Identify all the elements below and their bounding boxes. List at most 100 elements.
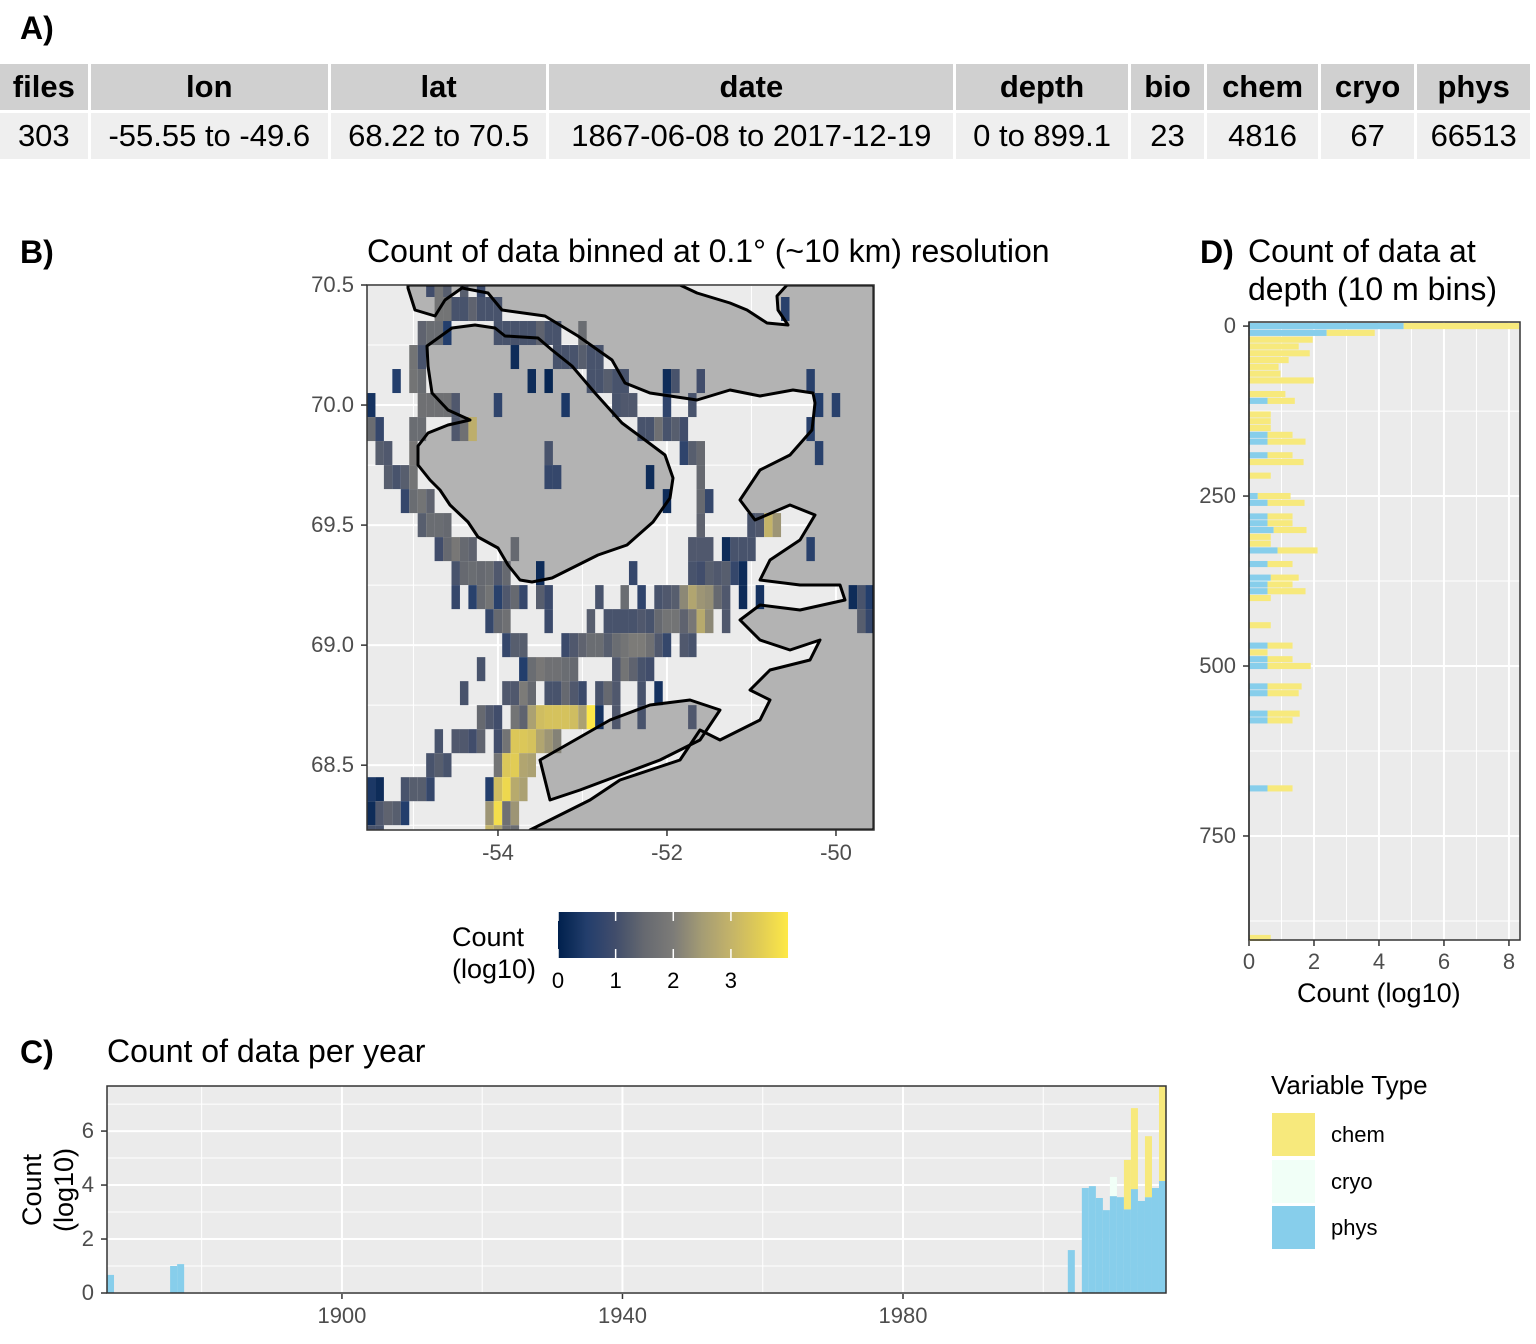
heatmap-cell <box>468 585 477 610</box>
heatmap-cell <box>392 801 401 826</box>
year-bar-chem <box>1158 1086 1166 1181</box>
year-title: Count of data per year <box>107 1033 426 1069</box>
depth-bar-phys <box>1249 785 1268 792</box>
heatmap-cell <box>459 561 469 586</box>
heatmap-cell <box>409 465 418 490</box>
depth-bar-phys <box>1249 520 1268 527</box>
column-header-bio: bio <box>1130 64 1205 110</box>
map-y-tick-label: 70.5 <box>311 272 354 297</box>
heatmap-cell <box>536 585 545 610</box>
heatmap-cell <box>409 369 418 394</box>
heatmap-cell <box>569 633 579 658</box>
heatmap-cell <box>510 705 520 730</box>
heatmap-cell <box>544 321 553 346</box>
depth-bar-chem <box>1249 458 1304 466</box>
column-header-depth: depth <box>956 64 1128 110</box>
heatmap-cell <box>561 681 570 706</box>
year-y-axis-title-line1: Count <box>17 1153 47 1227</box>
heatmap-cell <box>426 513 435 538</box>
heatmap-cell <box>721 537 731 562</box>
year-bar-chem <box>1130 1108 1138 1190</box>
heatmap-cell <box>696 465 705 490</box>
table-row: 303 -55.55 to -49.6 68.22 to 70.5 1867-06-0… <box>0 113 1530 159</box>
heatmap-cell <box>468 729 477 754</box>
heatmap-cell <box>485 609 494 634</box>
depth-bar-chem <box>1267 690 1299 697</box>
depth-bar-chem <box>1249 343 1299 350</box>
heatmap-cell <box>527 681 536 706</box>
heatmap-cell <box>451 417 460 442</box>
depth-y-tick-label: 0 <box>1223 313 1236 339</box>
heatmap-cell <box>536 729 545 754</box>
heatmap-cell <box>417 369 427 394</box>
heatmap-cell <box>426 489 435 514</box>
depth-bar-phys <box>1249 438 1268 445</box>
depth-bar-chem <box>1403 323 1520 330</box>
heatmap-cell <box>645 657 655 682</box>
heatmap-cell <box>654 609 663 634</box>
heatmap-cell <box>519 321 528 346</box>
heatmap-cell <box>519 657 528 682</box>
depth-bar-chem <box>1249 350 1310 357</box>
cell-phys: 66513 <box>1417 113 1530 159</box>
cell-lon: -55.55 to -49.6 <box>90 113 328 159</box>
heatmap-cell <box>519 777 528 802</box>
legend-title: Variable Type <box>1271 1070 1428 1100</box>
heatmap-cell <box>510 585 520 610</box>
heatmap-cell <box>493 801 503 826</box>
depth-bar-phys <box>1249 397 1268 404</box>
heatmap-cell <box>459 537 469 562</box>
heatmap-cell <box>468 561 477 586</box>
year-bar-chem <box>1123 1159 1131 1210</box>
heatmap-cell <box>552 465 562 490</box>
depth-bar-chem <box>1267 560 1293 568</box>
table-header-row: files lon lat date depth bio chem cryo phys <box>0 64 1530 110</box>
heatmap-cell <box>730 561 739 586</box>
depth-bar-phys <box>1249 560 1268 568</box>
heatmap-cell <box>527 753 536 778</box>
column-header-date: date <box>549 64 954 110</box>
heatmap-cell <box>519 729 528 754</box>
heatmap-cell <box>662 633 672 658</box>
depth-bar-phys <box>1249 662 1268 670</box>
depth-bar-phys <box>1249 656 1268 663</box>
heatmap-cell <box>595 633 604 658</box>
heatmap-cell <box>451 297 460 322</box>
heatmap-cell <box>595 369 604 394</box>
depth-bar-chem <box>1249 357 1289 364</box>
heatmap-cell <box>645 417 655 442</box>
heatmap-cell <box>586 705 596 730</box>
heatmap-cell <box>628 657 638 682</box>
heatmap-cell <box>409 489 418 514</box>
depth-bar-phys <box>1249 574 1271 581</box>
heatmap-cell <box>595 681 604 706</box>
depth-bar-chem <box>1249 540 1271 547</box>
heatmap-cell <box>409 417 418 442</box>
year-bar-phys <box>1151 1188 1159 1293</box>
heatmap-cell <box>772 513 782 538</box>
heatmap-cell <box>459 297 469 322</box>
heatmap-cell <box>367 825 376 830</box>
depth-bar-chem <box>1249 425 1271 432</box>
year-bar-phys <box>1144 1197 1152 1293</box>
heatmap-cell <box>400 489 410 514</box>
heatmap-cell <box>721 585 731 610</box>
year-bar-phys <box>1095 1198 1103 1293</box>
heatmap-cell <box>443 753 452 778</box>
heatmap-cell <box>603 609 613 634</box>
depth-bar-phys <box>1249 710 1268 717</box>
year-y-axis-title-line2: (log10) <box>49 1147 79 1233</box>
heatmap-cell <box>544 585 553 610</box>
heatmap-cell <box>569 705 579 730</box>
heatmap-cell <box>679 417 689 442</box>
heatmap-cell <box>637 657 646 682</box>
heatmap-cell <box>612 609 621 634</box>
heatmap-cell <box>561 657 570 682</box>
depth-bar-chem <box>1267 717 1293 724</box>
heatmap-cell <box>493 705 503 730</box>
map-x-tick-label: -52 <box>651 840 683 865</box>
cell-depth: 0 to 899.1 <box>956 113 1128 159</box>
map-x-tick-label: -50 <box>820 840 852 865</box>
colorbar-title-line1: Count <box>452 922 525 952</box>
heatmap-cell <box>443 513 452 538</box>
